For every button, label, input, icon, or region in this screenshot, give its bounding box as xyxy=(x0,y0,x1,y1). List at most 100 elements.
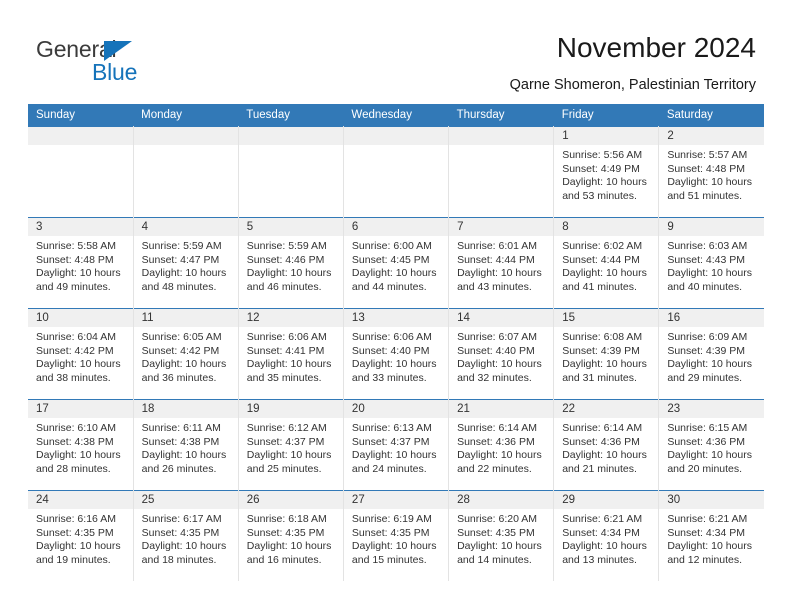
day-number: 22 xyxy=(554,400,659,418)
sunset-text: Sunset: 4:49 PM xyxy=(562,162,640,175)
daylight-text-line2: and 29 minutes. xyxy=(667,371,743,384)
day-details: Sunrise: 6:21 AM Sunset: 4:34 PM Dayligh… xyxy=(659,509,764,567)
day-cell[interactable]: 6 Sunrise: 6:00 AM Sunset: 4:45 PM Dayli… xyxy=(343,217,450,309)
day-details: Sunrise: 5:59 AM Sunset: 4:46 PM Dayligh… xyxy=(239,236,343,294)
day-cell[interactable]: 25 Sunrise: 6:17 AM Sunset: 4:35 PM Dayl… xyxy=(133,490,239,581)
day-cell[interactable]: 8 Sunrise: 6:02 AM Sunset: 4:44 PM Dayli… xyxy=(553,217,660,309)
sunset-text: Sunset: 4:38 PM xyxy=(141,435,220,448)
day-details: Sunrise: 6:04 AM Sunset: 4:42 PM Dayligh… xyxy=(28,327,133,385)
day-cell[interactable]: 19 Sunrise: 6:12 AM Sunset: 4:37 PM Dayl… xyxy=(238,399,344,491)
day-number: 12 xyxy=(238,309,343,327)
sunrise-text: Sunrise: 6:12 AM xyxy=(246,422,327,434)
day-number: 20 xyxy=(343,400,449,418)
sunrise-text: Sunrise: 6:17 AM xyxy=(141,513,222,525)
sunset-text: Sunset: 4:37 PM xyxy=(351,435,430,448)
daylight-text-line1: Daylight: 10 hours xyxy=(36,358,121,371)
day-cell[interactable] xyxy=(343,126,450,218)
general-blue-logo[interactable]: General Blue xyxy=(36,36,256,86)
daylight-text-line1: Daylight: 10 hours xyxy=(562,540,647,553)
sunset-text: Sunset: 4:35 PM xyxy=(457,526,535,539)
day-details: Sunrise: 6:20 AM Sunset: 4:35 PM Dayligh… xyxy=(449,509,553,567)
daylight-text-line2: and 40 minutes. xyxy=(667,280,743,293)
day-cell[interactable]: 23 Sunrise: 6:15 AM Sunset: 4:36 PM Dayl… xyxy=(658,399,764,491)
sunrise-text: Sunrise: 6:19 AM xyxy=(351,513,432,525)
day-details: Sunrise: 6:06 AM Sunset: 4:41 PM Dayligh… xyxy=(239,327,343,385)
day-details: Sunrise: 6:02 AM Sunset: 4:44 PM Dayligh… xyxy=(554,236,658,294)
day-cell[interactable]: 17 Sunrise: 6:10 AM Sunset: 4:38 PM Dayl… xyxy=(28,399,134,491)
weekday-header-thursday: Thursday xyxy=(448,104,554,127)
day-cell[interactable]: 1 Sunrise: 5:56 AM Sunset: 4:49 PM Dayli… xyxy=(553,126,660,218)
day-cell[interactable] xyxy=(28,126,134,218)
day-details: Sunrise: 6:00 AM Sunset: 4:45 PM Dayligh… xyxy=(344,236,448,294)
day-cell[interactable]: 2 Sunrise: 5:57 AM Sunset: 4:48 PM Dayli… xyxy=(658,126,764,218)
calendar-week-row: 17 Sunrise: 6:10 AM Sunset: 4:38 PM Dayl… xyxy=(28,399,764,491)
day-details: Sunrise: 6:16 AM Sunset: 4:35 PM Dayligh… xyxy=(28,509,133,567)
weekday-header-saturday: Saturday xyxy=(658,104,764,127)
daylight-text-line2: and 35 minutes. xyxy=(246,371,322,384)
day-cell[interactable]: 21 Sunrise: 6:14 AM Sunset: 4:36 PM Dayl… xyxy=(448,399,555,491)
day-number: 15 xyxy=(554,309,659,327)
day-number xyxy=(28,127,133,145)
day-cell[interactable] xyxy=(448,126,555,218)
daylight-text-line2: and 19 minutes. xyxy=(36,553,111,566)
calendar-week-row: 3 Sunrise: 5:58 AM Sunset: 4:48 PM Dayli… xyxy=(28,217,764,309)
day-cell[interactable]: 11 Sunrise: 6:05 AM Sunset: 4:42 PM Dayl… xyxy=(133,308,239,400)
sunset-text: Sunset: 4:35 PM xyxy=(141,526,220,539)
day-cell[interactable]: 16 Sunrise: 6:09 AM Sunset: 4:39 PM Dayl… xyxy=(658,308,764,400)
day-cell[interactable]: 7 Sunrise: 6:01 AM Sunset: 4:44 PM Dayli… xyxy=(448,217,555,309)
sunset-text: Sunset: 4:42 PM xyxy=(36,344,114,357)
day-details xyxy=(28,145,133,149)
daylight-text-line1: Daylight: 10 hours xyxy=(141,449,227,462)
day-cell[interactable]: 18 Sunrise: 6:11 AM Sunset: 4:38 PM Dayl… xyxy=(133,399,239,491)
daylight-text-line2: and 13 minutes. xyxy=(562,553,637,566)
weekday-header-monday: Monday xyxy=(133,104,239,127)
calendar-week-row: 10 Sunrise: 6:04 AM Sunset: 4:42 PM Dayl… xyxy=(28,308,764,400)
day-cell[interactable]: 5 Sunrise: 5:59 AM Sunset: 4:46 PM Dayli… xyxy=(238,217,344,309)
day-details: Sunrise: 6:14 AM Sunset: 4:36 PM Dayligh… xyxy=(449,418,553,476)
day-details: Sunrise: 6:21 AM Sunset: 4:34 PM Dayligh… xyxy=(554,509,658,567)
sunset-text: Sunset: 4:40 PM xyxy=(351,344,430,357)
day-cell[interactable]: 20 Sunrise: 6:13 AM Sunset: 4:37 PM Dayl… xyxy=(343,399,450,491)
day-cell[interactable]: 24 Sunrise: 6:16 AM Sunset: 4:35 PM Dayl… xyxy=(28,490,134,581)
day-number: 26 xyxy=(238,491,343,509)
day-cell[interactable]: 28 Sunrise: 6:20 AM Sunset: 4:35 PM Dayl… xyxy=(448,490,555,581)
daylight-text-line1: Daylight: 10 hours xyxy=(667,449,752,462)
daylight-text-line2: and 14 minutes. xyxy=(457,553,532,566)
sunrise-text: Sunrise: 6:03 AM xyxy=(667,240,748,252)
day-cell[interactable]: 15 Sunrise: 6:08 AM Sunset: 4:39 PM Dayl… xyxy=(553,308,660,400)
daylight-text-line2: and 12 minutes. xyxy=(667,553,743,566)
sunrise-text: Sunrise: 6:02 AM xyxy=(562,240,643,252)
sunset-text: Sunset: 4:40 PM xyxy=(457,344,535,357)
day-details xyxy=(134,145,238,149)
day-details xyxy=(344,145,448,149)
daylight-text-line1: Daylight: 10 hours xyxy=(141,267,227,280)
sunrise-text: Sunrise: 5:56 AM xyxy=(562,149,643,161)
day-cell[interactable]: 12 Sunrise: 6:06 AM Sunset: 4:41 PM Dayl… xyxy=(238,308,344,400)
day-cell[interactable]: 27 Sunrise: 6:19 AM Sunset: 4:35 PM Dayl… xyxy=(343,490,450,581)
sunrise-text: Sunrise: 6:14 AM xyxy=(457,422,538,434)
day-cell[interactable]: 29 Sunrise: 6:21 AM Sunset: 4:34 PM Dayl… xyxy=(553,490,660,581)
day-cell[interactable]: 22 Sunrise: 6:14 AM Sunset: 4:36 PM Dayl… xyxy=(553,399,660,491)
day-details: Sunrise: 6:01 AM Sunset: 4:44 PM Dayligh… xyxy=(449,236,553,294)
day-cell[interactable]: 4 Sunrise: 5:59 AM Sunset: 4:47 PM Dayli… xyxy=(133,217,239,309)
day-cell[interactable]: 30 Sunrise: 6:21 AM Sunset: 4:34 PM Dayl… xyxy=(658,490,764,581)
day-cell[interactable]: 14 Sunrise: 6:07 AM Sunset: 4:40 PM Dayl… xyxy=(448,308,555,400)
day-cell[interactable] xyxy=(238,126,344,218)
day-cell[interactable]: 13 Sunrise: 6:06 AM Sunset: 4:40 PM Dayl… xyxy=(343,308,450,400)
day-details: Sunrise: 6:07 AM Sunset: 4:40 PM Dayligh… xyxy=(449,327,553,385)
sunrise-text: Sunrise: 6:18 AM xyxy=(246,513,327,525)
sunrise-text: Sunrise: 6:15 AM xyxy=(667,422,748,434)
day-details: Sunrise: 6:11 AM Sunset: 4:38 PM Dayligh… xyxy=(134,418,238,476)
day-cell[interactable]: 10 Sunrise: 6:04 AM Sunset: 4:42 PM Dayl… xyxy=(28,308,134,400)
day-number: 11 xyxy=(133,309,238,327)
daylight-text-line2: and 51 minutes. xyxy=(667,189,743,202)
day-details: Sunrise: 6:05 AM Sunset: 4:42 PM Dayligh… xyxy=(134,327,238,385)
day-cell[interactable]: 3 Sunrise: 5:58 AM Sunset: 4:48 PM Dayli… xyxy=(28,217,134,309)
day-cell[interactable]: 9 Sunrise: 6:03 AM Sunset: 4:43 PM Dayli… xyxy=(658,217,764,309)
sunset-text: Sunset: 4:34 PM xyxy=(562,526,640,539)
day-cell[interactable] xyxy=(133,126,239,218)
daylight-text-line1: Daylight: 10 hours xyxy=(36,540,121,553)
day-details: Sunrise: 6:14 AM Sunset: 4:36 PM Dayligh… xyxy=(554,418,658,476)
daylight-text-line2: and 24 minutes. xyxy=(351,462,427,475)
day-cell[interactable]: 26 Sunrise: 6:18 AM Sunset: 4:35 PM Dayl… xyxy=(238,490,344,581)
